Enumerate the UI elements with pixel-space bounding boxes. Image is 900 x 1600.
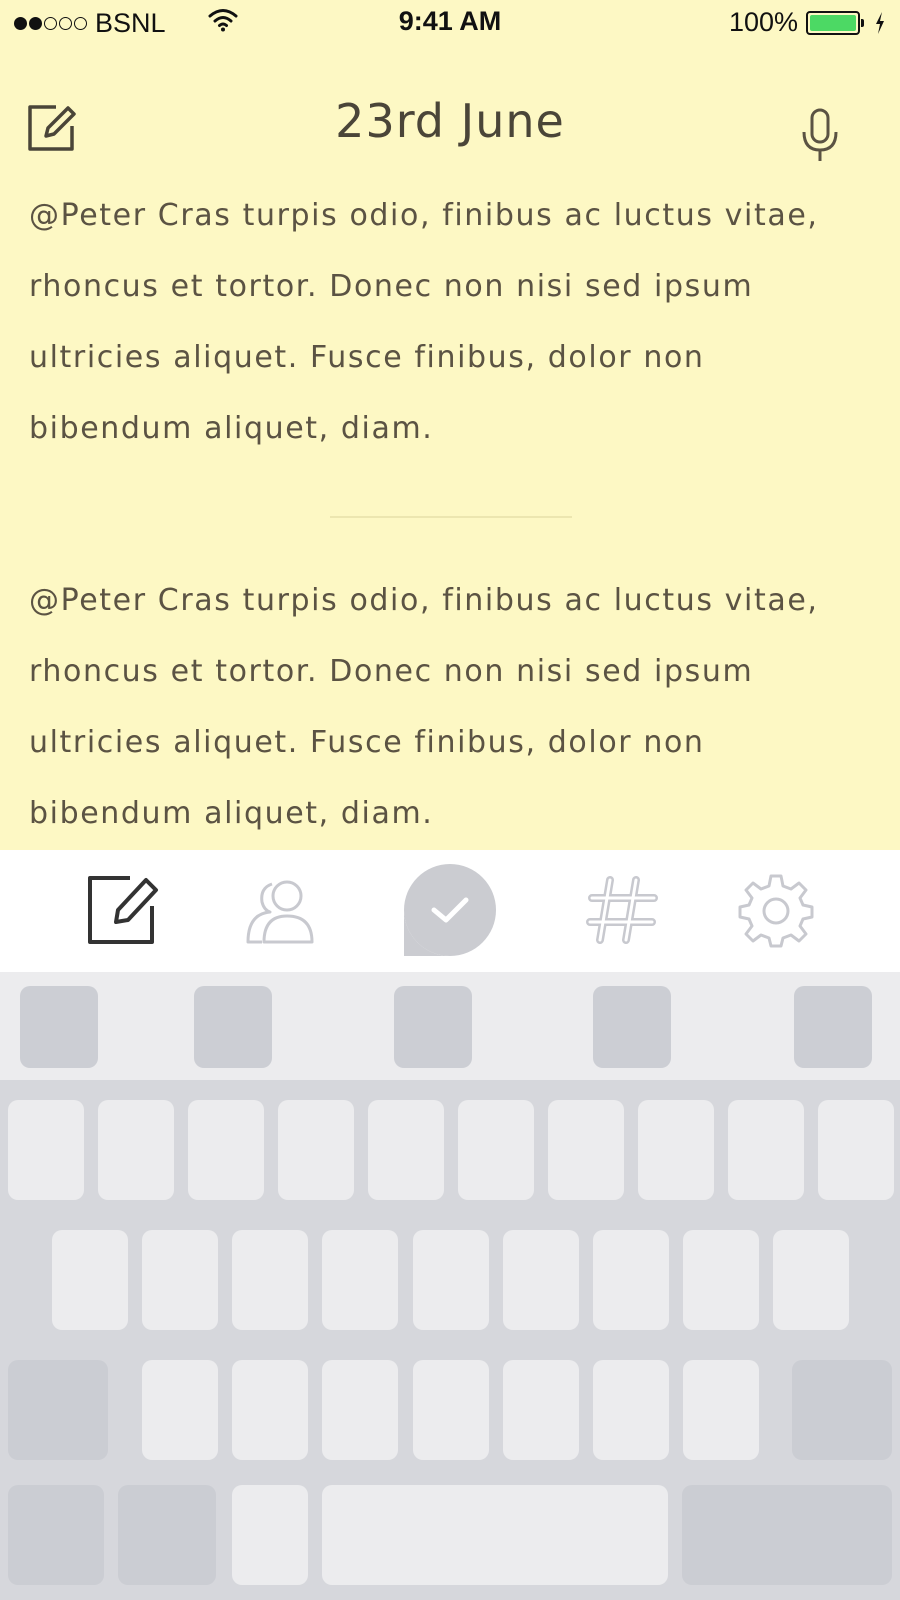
- tab-hashtags[interactable]: [584, 872, 660, 948]
- keyboard-key[interactable]: [458, 1100, 534, 1200]
- return-key[interactable]: [682, 1485, 892, 1585]
- keyboard-key[interactable]: [413, 1360, 489, 1460]
- suggestion-key[interactable]: [20, 986, 98, 1068]
- settings-gear-icon: [738, 874, 814, 948]
- tab-contacts[interactable]: [242, 872, 318, 948]
- keyboard-key[interactable]: [142, 1360, 218, 1460]
- note-text[interactable]: @Peter Cras turpis odio, finibus ac luct…: [29, 565, 879, 849]
- microphone-icon[interactable]: [800, 108, 840, 164]
- keyboard-key[interactable]: [142, 1230, 218, 1330]
- keyboard-key[interactable]: [503, 1360, 579, 1460]
- keyboard-key[interactable]: [773, 1230, 849, 1330]
- charging-bolt-icon: [876, 11, 884, 34]
- tab-bar: [0, 850, 900, 972]
- tab-compose[interactable]: [86, 872, 162, 948]
- page-title: 23rd June: [335, 94, 565, 148]
- checkmark-icon: [404, 864, 496, 956]
- note-divider: [330, 516, 572, 518]
- keyboard-key[interactable]: [278, 1100, 354, 1200]
- globe-key[interactable]: [118, 1485, 216, 1585]
- hashtag-icon: [586, 876, 658, 944]
- note-text[interactable]: @Peter Cras turpis odio, finibus ac luct…: [29, 180, 879, 464]
- space-key[interactable]: [322, 1485, 668, 1585]
- tab-settings[interactable]: [738, 872, 814, 948]
- keyboard-key[interactable]: [322, 1360, 398, 1460]
- keyboard: [0, 1080, 900, 1600]
- battery-icon: [806, 10, 864, 35]
- keyboard-key[interactable]: [188, 1100, 264, 1200]
- keyboard-key[interactable]: [368, 1100, 444, 1200]
- note-header: 23rd June: [0, 90, 900, 170]
- keyboard-key[interactable]: [503, 1230, 579, 1330]
- suggestion-key[interactable]: [394, 986, 472, 1068]
- contacts-icon: [246, 880, 314, 944]
- battery-percent: 100%: [728, 7, 798, 37]
- notes-screen: BSNL 9:41 AM 100% 23rd June @Peter Cras …: [0, 0, 900, 850]
- keyboard-key[interactable]: [683, 1230, 759, 1330]
- suggestion-key[interactable]: [593, 986, 671, 1068]
- keyboard-key[interactable]: [593, 1230, 669, 1330]
- suggestion-key[interactable]: [194, 986, 272, 1068]
- keyboard-key[interactable]: [728, 1100, 804, 1200]
- battery-level: [810, 14, 856, 31]
- shift-key[interactable]: [8, 1360, 108, 1460]
- keyboard-key[interactable]: [52, 1230, 128, 1330]
- delete-key[interactable]: [792, 1360, 892, 1460]
- keyboard-key[interactable]: [818, 1100, 894, 1200]
- keyboard-key[interactable]: [322, 1230, 398, 1330]
- keyboard-key[interactable]: [8, 1100, 84, 1200]
- keyboard-key[interactable]: [683, 1360, 759, 1460]
- status-right: 100%: [729, 7, 886, 38]
- compose-icon: [88, 876, 158, 944]
- keyboard-key[interactable]: [232, 1230, 308, 1330]
- tab-done[interactable]: [402, 862, 498, 958]
- keyboard-key[interactable]: [548, 1100, 624, 1200]
- numbers-key[interactable]: [8, 1485, 104, 1585]
- keyboard-key[interactable]: [593, 1360, 669, 1460]
- keyboard-key[interactable]: [232, 1360, 308, 1460]
- keyboard-key[interactable]: [98, 1100, 174, 1200]
- keyboard-key[interactable]: [413, 1230, 489, 1330]
- status-bar: BSNL 9:41 AM 100%: [0, 0, 900, 46]
- suggestion-key[interactable]: [794, 986, 872, 1068]
- keyboard-suggestion-bar: [0, 972, 900, 1080]
- microphone-key[interactable]: [232, 1485, 308, 1585]
- keyboard-key[interactable]: [638, 1100, 714, 1200]
